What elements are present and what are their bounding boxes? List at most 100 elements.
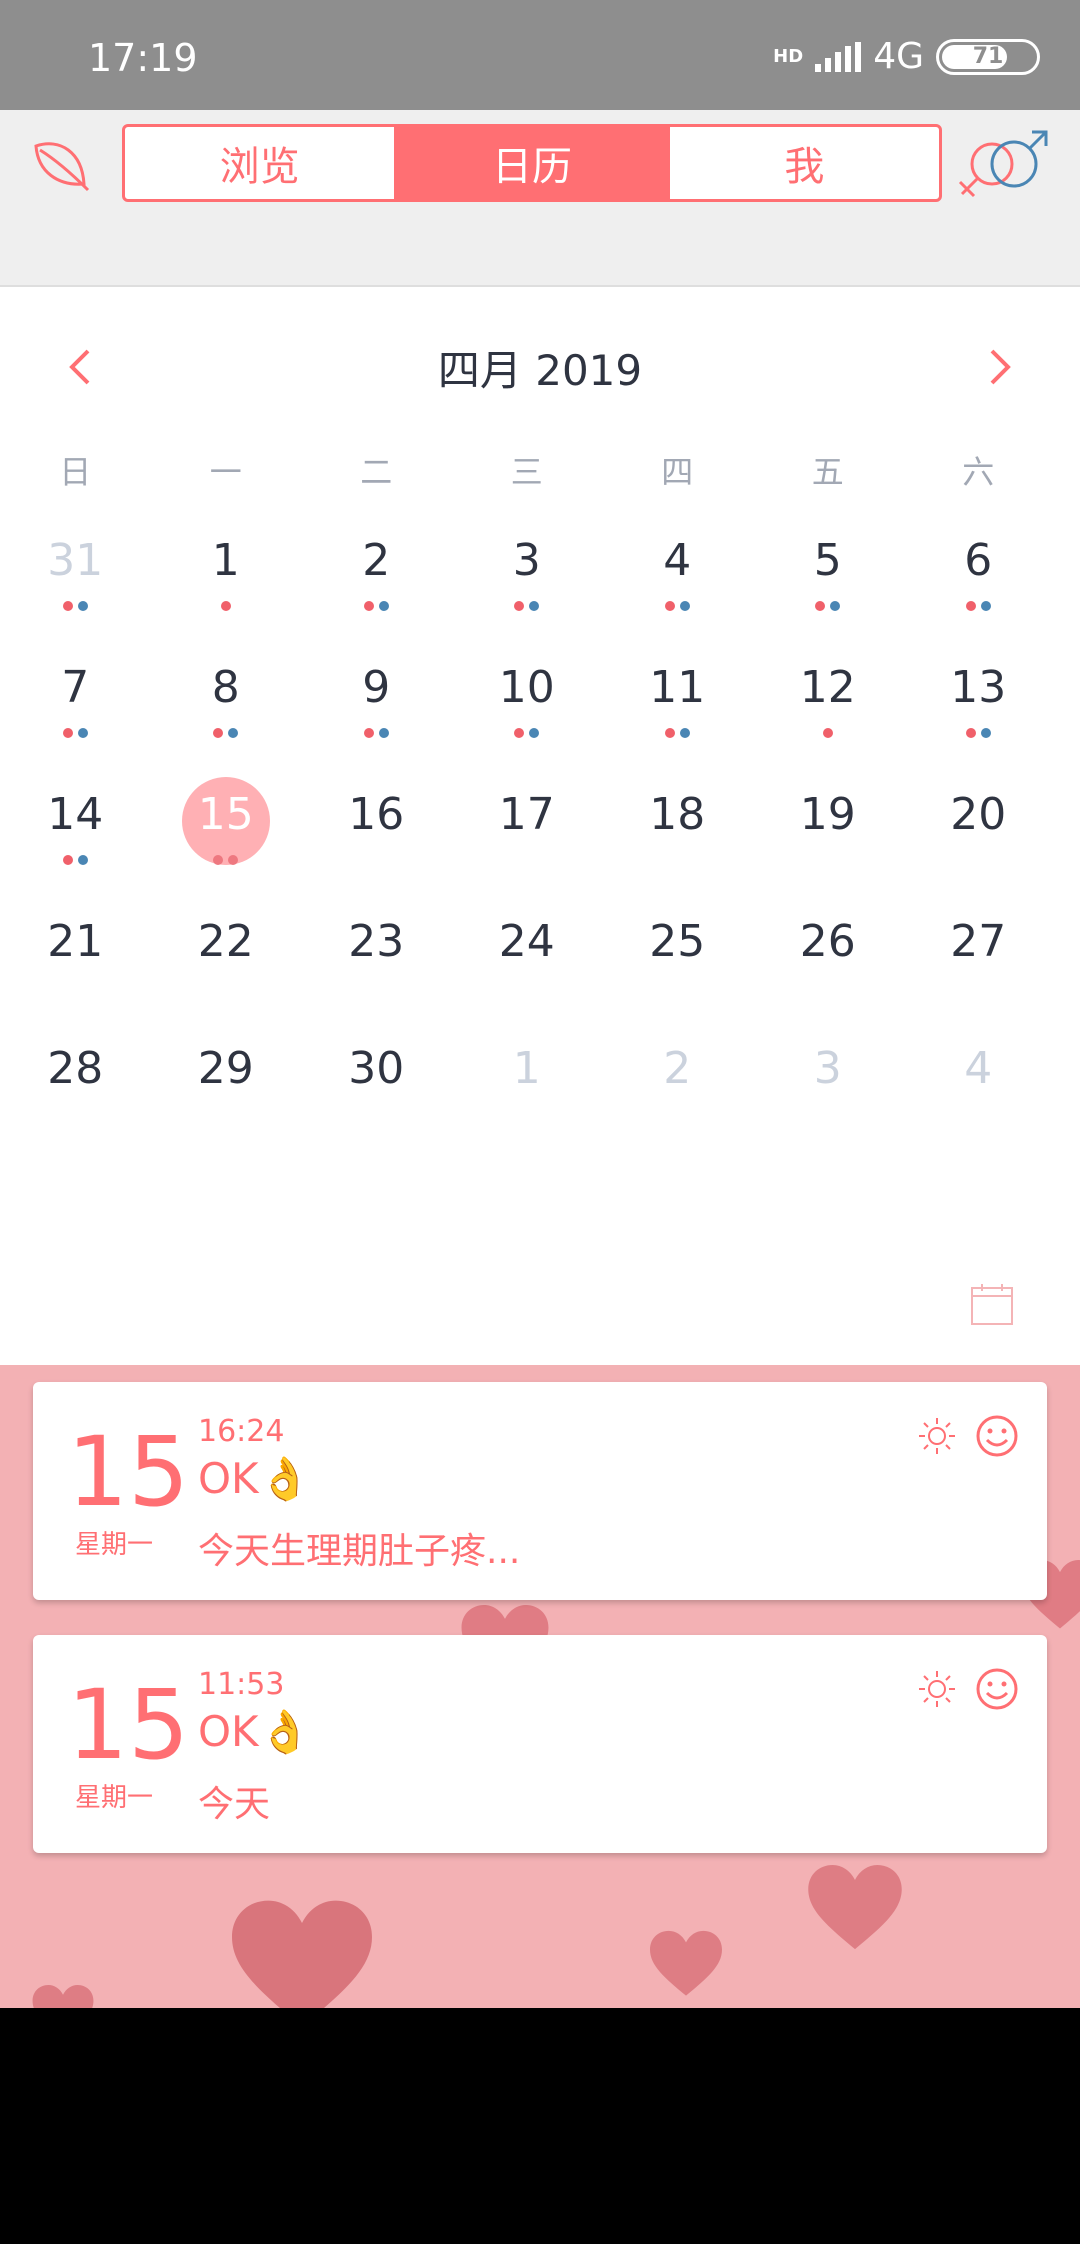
calendar-day[interactable]: 18 [602,779,753,906]
event-dots [0,728,151,738]
day-number: 21 [47,916,104,967]
sun-icon [919,1418,955,1454]
calendar-day[interactable]: 7 [0,652,151,779]
day-number: 18 [649,789,706,840]
calendar-day[interactable]: 28 [0,1033,151,1160]
event-dot-blue [228,728,239,738]
calendar-day[interactable]: 21 [0,906,151,1033]
calendar-day[interactable]: 1 [151,525,302,652]
weekday-label: 三 [510,453,543,491]
entry-title: OK👌 [198,1454,311,1503]
calendar-day[interactable]: 9 [301,652,452,779]
event-dots [452,728,603,738]
event-dots [903,601,1054,611]
entry-weekday: 星期一 [75,1530,154,1560]
calendar-day[interactable]: 24 [452,906,603,1033]
event-dots [753,601,904,611]
day-number: 10 [498,662,555,713]
calendar-day-today[interactable]: 15 [151,777,302,906]
weekday-label: 六 [962,453,995,491]
calendar-week: 7 8 9 10 11 12 13 [0,652,1080,779]
calendar-day[interactable]: 5 [753,525,904,652]
day-number: 14 [47,789,104,840]
calendar-day[interactable]: 17 [452,779,603,906]
event-dot-blue [980,728,991,738]
calendar-day[interactable]: 30 [301,1033,452,1160]
leaf-icon[interactable] [30,132,92,194]
day-number: 30 [348,1043,405,1094]
event-dot-blue [980,601,991,611]
event-dot-blue [529,601,540,611]
heart-decoration [650,1930,722,1996]
entry-time: 16:24 [198,1414,285,1449]
calendar-day[interactable]: 8 [151,652,302,779]
day-number: 22 [197,916,254,967]
entry-day: 15 [67,1669,190,1781]
signal-icon [815,41,862,72]
calendar-day[interactable]: 3 [452,525,603,652]
hd-label: HD [773,46,804,67]
day-number: 1 [512,1043,541,1094]
calendar-day[interactable]: 12 [753,652,904,779]
status-time: 17:19 [88,36,198,80]
weekday-label: 二 [360,453,393,491]
event-dot-red [62,728,73,738]
diary-entry-card[interactable]: 15 星期一 11:53 OK👌 今天 [33,1635,1047,1853]
status-indicators: HD 4G 71 [773,36,1040,77]
navigation-bar-area [0,2008,1080,2244]
calendar-day[interactable]: 27 [903,906,1054,1033]
tab-me[interactable]: 我 [670,127,939,199]
calendar: 四月 2019 日一二三四五六 31 1 2 3 4 5 6 7 8 9 10 11 12 13 14 15 1… [0,287,1080,1365]
calendar-day[interactable]: 11 [602,652,753,779]
day-number: 2 [663,1043,692,1094]
day-number: 19 [799,789,856,840]
calendar-day[interactable]: 1 [452,1033,603,1160]
calendar-day[interactable]: 2 [602,1033,753,1160]
event-dot-blue [679,728,690,738]
calendar-week: 14 15 16 17 18 19 20 [0,777,1080,906]
calendar-day[interactable]: 19 [753,779,904,906]
calendar-day[interactable]: 2 [301,525,452,652]
day-number: 3 [813,1043,842,1094]
sun-icon [919,1671,955,1707]
day-number: 6 [964,535,993,586]
calendar-day[interactable]: 23 [301,906,452,1033]
calendar-grid: 31 1 2 3 4 5 6 7 8 9 10 11 12 13 14 15 16 17 18 19 20 21 22 23 2… [0,525,1080,1160]
smile-icon [976,1668,1018,1710]
status-bar: 17:19 HD 4G 71 [0,0,1080,110]
entry-time: 11:53 [198,1667,285,1702]
calendar-icon[interactable] [970,1282,1014,1326]
event-dots [903,728,1054,738]
gender-icon[interactable] [956,128,1052,200]
event-dots [753,728,904,738]
calendar-day[interactable]: 14 [0,779,151,906]
calendar-day[interactable]: 16 [301,779,452,906]
calendar-day[interactable]: 10 [452,652,603,779]
entry-weekday: 星期一 [75,1783,154,1813]
calendar-day[interactable]: 31 [0,525,151,652]
calendar-day[interactable]: 26 [753,906,904,1033]
calendar-day[interactable]: 20 [903,779,1054,906]
event-dot-red [664,601,675,611]
tab-calendar[interactable]: 日历 [397,127,670,199]
calendar-day[interactable]: 22 [151,906,302,1033]
event-dot-red [363,601,374,611]
month-title: 四月 2019 [437,346,643,395]
calendar-day[interactable]: 13 [903,652,1054,779]
weekday-label: 日 [59,453,92,491]
chevron-right-icon[interactable] [980,337,1020,397]
day-number: 5 [813,535,842,586]
calendar-day[interactable]: 29 [151,1033,302,1160]
calendar-day[interactable]: 4 [602,525,753,652]
event-dots [151,728,302,738]
calendar-day[interactable]: 4 [903,1033,1054,1160]
calendar-day[interactable]: 6 [903,525,1054,652]
diary-entry-card[interactable]: 15 星期一 16:24 OK👌 今天生理期肚子疼... [33,1382,1047,1600]
calendar-day[interactable]: 3 [753,1033,904,1160]
heart-decoration [32,1985,94,2008]
calendar-day[interactable]: 25 [602,906,753,1033]
tab-browse[interactable]: 浏览 [125,127,398,199]
day-number: 8 [211,662,240,713]
day-number: 11 [649,662,706,713]
day-number: 27 [950,916,1007,967]
